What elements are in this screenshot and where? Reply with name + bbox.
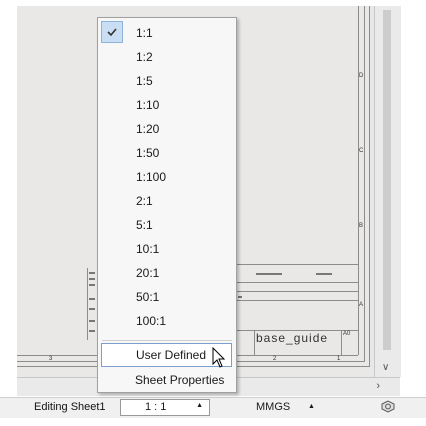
scale-option-20-1[interactable]: 20:1 (98, 262, 236, 284)
scale-option-1-50[interactable]: 1:50 (98, 142, 236, 164)
zone-letter-d: D (359, 73, 364, 79)
customize-icon[interactable] (380, 399, 396, 418)
unit-system[interactable]: MMGS (256, 401, 290, 413)
title-block-sheet-size: A0 (343, 331, 351, 337)
scale-option-100-1[interactable]: 100:1 (98, 310, 236, 332)
scale-dropdown-menu: 1:1 1:2 1:5 1:10 1:20 1:50 1:100 2:1 5:1… (97, 17, 237, 393)
sheet-scale-value: 1 : 1 (145, 401, 167, 413)
chevron-right-icon[interactable]: › (376, 380, 380, 392)
title-block-drawing-name: base_guide (256, 331, 329, 345)
sheet-properties-option[interactable]: Sheet Properties (98, 369, 236, 391)
sheet-border-right-outer (369, 6, 370, 366)
title-block: base_guide A0 (236, 264, 358, 355)
scale-option-1-5[interactable]: 1:5 (98, 70, 236, 92)
mouse-pointer-icon (212, 346, 226, 372)
zone-letter-b: B (359, 223, 364, 229)
vertical-scroll-thumb[interactable] (383, 10, 391, 350)
zone-letter-a: A (359, 302, 364, 308)
sheet-scale-selector[interactable]: 1 : 1 ▲ (120, 399, 210, 416)
scale-option-5-1[interactable]: 5:1 (98, 214, 236, 236)
zone-number-2: 2 (273, 356, 277, 362)
chevron-down-icon[interactable]: ∨ (382, 362, 389, 373)
menu-separator (102, 340, 232, 341)
scale-option-1-100[interactable]: 1:100 (98, 166, 236, 188)
up-arrow-icon[interactable]: ▲ (196, 402, 203, 409)
scale-option-10-1[interactable]: 10:1 (98, 238, 236, 260)
scale-option-1-2[interactable]: 1:2 (98, 46, 236, 68)
zone-letter-c: C (359, 148, 364, 154)
vertical-scrollbar[interactable]: ∨ (374, 6, 401, 377)
sheet-border-right-mid (364, 6, 365, 361)
scale-option-1-20[interactable]: 1:20 (98, 118, 236, 140)
scale-option-1-1[interactable]: 1:1 (98, 22, 236, 44)
zone-number-3: 3 (49, 356, 53, 362)
status-bar: Editing Sheet1 1 : 1 ▲ MMGS ▲ (0, 397, 426, 418)
zone-number-1: 1 (337, 356, 341, 362)
editing-status: Editing Sheet1 (34, 401, 106, 413)
up-arrow-icon[interactable]: ▲ (308, 403, 315, 410)
scale-option-1-10[interactable]: 1:10 (98, 94, 236, 116)
scale-option-2-1[interactable]: 2:1 (98, 190, 236, 212)
scale-option-50-1[interactable]: 50:1 (98, 286, 236, 308)
